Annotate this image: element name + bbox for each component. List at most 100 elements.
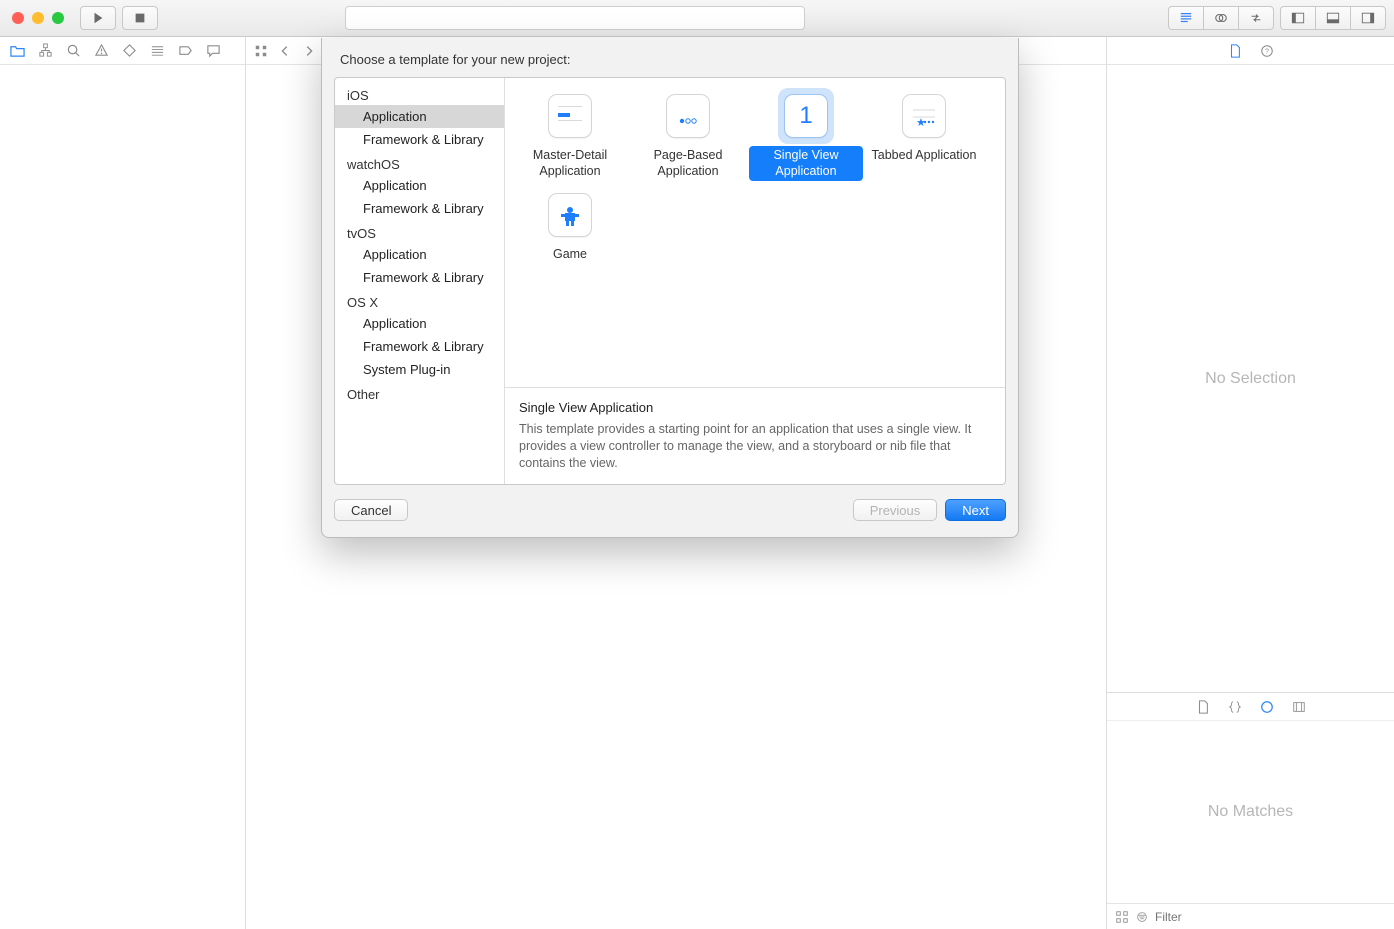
file-template-library-tab[interactable] <box>1196 700 1210 714</box>
arrows-icon <box>1249 11 1263 25</box>
template-label: Page-Based Application <box>631 146 745 181</box>
template-label: Single View Application <box>749 146 863 181</box>
close-window-button[interactable] <box>12 12 24 24</box>
template-single-view[interactable]: 1 Single View Application <box>747 88 865 187</box>
next-button[interactable]: Next <box>945 499 1006 521</box>
zoom-window-button[interactable] <box>52 12 64 24</box>
stop-button[interactable] <box>122 6 158 30</box>
grid-small-icon <box>1115 910 1129 924</box>
template-master-detail[interactable]: Master-Detail Application <box>511 88 629 187</box>
folder-icon <box>10 43 25 58</box>
find-navigator-tab[interactable] <box>66 43 81 58</box>
media-library-tab[interactable] <box>1292 700 1306 714</box>
breakpoint-navigator-tab[interactable] <box>178 43 193 58</box>
inspector-tabs: ? <box>1107 37 1394 65</box>
chevron-right-icon <box>302 44 316 58</box>
project-navigator-tab[interactable] <box>10 43 25 58</box>
library-tabs <box>1107 693 1394 721</box>
issue-navigator-tab[interactable] <box>94 43 109 58</box>
assistant-editor-button[interactable] <box>1203 6 1238 30</box>
circle-icon <box>1260 700 1274 714</box>
standard-editor-button[interactable] <box>1168 6 1203 30</box>
activity-view[interactable] <box>345 6 805 30</box>
template-pane: Master-Detail Application Page-Based App… <box>505 78 1005 484</box>
related-items-button[interactable] <box>254 44 268 58</box>
cancel-button[interactable]: Cancel <box>334 499 408 521</box>
gauge-icon <box>150 43 165 58</box>
single-view-icon: 1 <box>784 94 828 138</box>
category-section-osx: OS X <box>335 289 504 312</box>
category-item-tvos-framework[interactable]: Framework & Library <box>335 266 504 289</box>
toolbar <box>0 0 1394 37</box>
lines-icon <box>1179 11 1193 25</box>
panel-left-icon <box>1291 11 1305 25</box>
category-item-watchos-framework[interactable]: Framework & Library <box>335 197 504 220</box>
category-section-tvos: tvOS <box>335 220 504 243</box>
report-navigator-tab[interactable] <box>206 43 221 58</box>
filter-icon <box>1135 910 1149 924</box>
toggle-inspector-button[interactable] <box>1350 6 1386 30</box>
previous-button[interactable]: Previous <box>853 499 938 521</box>
file-inspector-tab[interactable] <box>1228 44 1242 58</box>
template-game[interactable]: Game <box>511 187 629 271</box>
debug-navigator-tab[interactable] <box>150 43 165 58</box>
tabbed-icon: ★ <box>902 94 946 138</box>
toggle-navigator-button[interactable] <box>1280 6 1315 30</box>
editor-mode-group <box>1168 6 1274 30</box>
library-panel: No Matches <box>1107 692 1394 929</box>
version-editor-button[interactable] <box>1238 6 1274 30</box>
template-grid: Master-Detail Application Page-Based App… <box>505 78 1005 387</box>
description-title: Single View Application <box>519 400 991 415</box>
panel-right-icon <box>1361 11 1375 25</box>
media-icon <box>1292 700 1306 714</box>
warning-icon <box>94 43 109 58</box>
search-icon <box>66 43 81 58</box>
inspector-panel: ? No Selection No Matches <box>1106 37 1394 929</box>
help-icon: ? <box>1260 44 1274 58</box>
svg-text:?: ? <box>1265 48 1269 55</box>
game-icon <box>548 193 592 237</box>
category-item-osx-plugin[interactable]: System Plug-in <box>335 358 504 381</box>
category-item-osx-framework[interactable]: Framework & Library <box>335 335 504 358</box>
hierarchy-icon <box>38 43 53 58</box>
sheet-buttons: Cancel Previous Next <box>322 485 1018 537</box>
rings-icon <box>1214 11 1228 25</box>
quick-help-tab[interactable]: ? <box>1260 44 1274 58</box>
panel-bottom-icon <box>1326 11 1340 25</box>
speech-icon <box>206 43 221 58</box>
category-section-watchos: watchOS <box>335 151 504 174</box>
minimize-window-button[interactable] <box>32 12 44 24</box>
category-item-osx-application[interactable]: Application <box>335 312 504 335</box>
category-section-other[interactable]: Other <box>335 381 504 404</box>
category-item-watchos-application[interactable]: Application <box>335 174 504 197</box>
forward-button[interactable] <box>302 44 316 58</box>
braces-icon <box>1228 700 1242 714</box>
library-view-mode-button[interactable] <box>1115 910 1129 924</box>
library-filter-input[interactable] <box>1155 910 1386 924</box>
object-library-tab[interactable] <box>1260 700 1274 714</box>
symbol-navigator-tab[interactable] <box>38 43 53 58</box>
category-item-ios-application[interactable]: Application <box>335 105 504 128</box>
template-description: Single View Application This template pr… <box>505 387 1005 484</box>
window-controls <box>12 12 64 24</box>
play-icon <box>91 11 105 25</box>
category-item-ios-framework[interactable]: Framework & Library <box>335 128 504 151</box>
diamond-icon <box>122 43 137 58</box>
toggle-debug-button[interactable] <box>1315 6 1350 30</box>
code-snippet-library-tab[interactable] <box>1228 700 1242 714</box>
breakpoint-icon <box>178 43 193 58</box>
template-tabbed[interactable]: ★ Tabbed Application <box>865 88 983 187</box>
navigator-tabs <box>0 37 245 65</box>
template-page-based[interactable]: Page-Based Application <box>629 88 747 187</box>
library-filter-bar <box>1107 903 1394 929</box>
inspector-body: No Selection <box>1107 65 1394 692</box>
stop-icon <box>133 11 147 25</box>
navigator-panel <box>0 37 246 929</box>
doc-icon <box>1196 700 1210 714</box>
run-button[interactable] <box>80 6 116 30</box>
new-project-sheet: Choose a template for your new project: … <box>321 38 1019 538</box>
category-item-tvos-application[interactable]: Application <box>335 243 504 266</box>
back-button[interactable] <box>278 44 292 58</box>
test-navigator-tab[interactable] <box>122 43 137 58</box>
document-icon <box>1228 44 1242 58</box>
